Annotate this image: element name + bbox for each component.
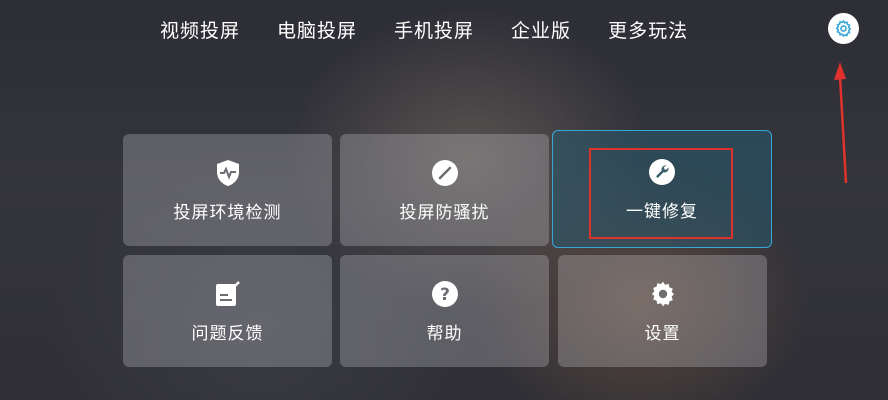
top-nav: 视频投屏 电脑投屏 手机投屏 企业版 更多玩法 (160, 14, 688, 44)
feedback-note-icon (213, 279, 243, 309)
prohibit-slash-icon (430, 158, 460, 188)
gear-icon (835, 19, 852, 38)
tile-anti-harass[interactable]: 投屏防骚扰 (340, 134, 549, 246)
nav-item-enterprise[interactable]: 企业版 (511, 16, 571, 43)
tile-feedback[interactable]: 问题反馈 (123, 255, 332, 367)
tile-help[interactable]: ? 帮助 (340, 255, 549, 367)
tile-env-check[interactable]: 投屏环境检测 (123, 134, 332, 246)
annotation-arrow (834, 62, 848, 184)
nav-item-more[interactable]: 更多玩法 (608, 16, 688, 43)
nav-item-pc-cast[interactable]: 电脑投屏 (277, 16, 357, 43)
tile-label: 投屏环境检测 (173, 202, 282, 223)
tile-label: 帮助 (426, 323, 463, 344)
tile-label: 问题反馈 (191, 323, 264, 344)
gear-icon (648, 279, 678, 309)
question-icon: ? (430, 279, 460, 309)
annotation-highlight-box (589, 148, 733, 239)
nav-item-phone-cast[interactable]: 手机投屏 (394, 16, 474, 43)
tile-label: 设置 (644, 323, 681, 344)
settings-button[interactable] (828, 13, 859, 44)
tile-settings[interactable]: 设置 (558, 255, 767, 367)
nav-item-video-cast[interactable]: 视频投屏 (160, 16, 240, 43)
tile-label: 投屏防骚扰 (399, 202, 490, 223)
svg-text:?: ? (440, 285, 450, 305)
shield-pulse-icon (213, 158, 243, 188)
